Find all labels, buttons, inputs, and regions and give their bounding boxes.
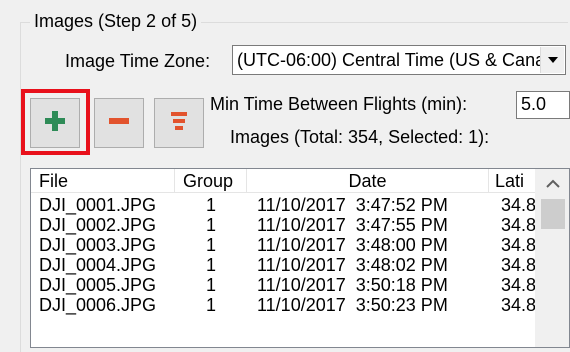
- minus-icon: [107, 109, 131, 138]
- cell-date: 11/10/2017 3:47:52 PM: [257, 195, 448, 215]
- min-time-label: Min Time Between Flights (min):: [210, 94, 468, 114]
- stack-filter-icon: [167, 109, 191, 138]
- cell-latitude: 34.8: [501, 235, 535, 255]
- cell-group: 1: [205, 295, 216, 315]
- cell-file: DJI_0002.JPG: [39, 215, 157, 235]
- column-header-file[interactable]: File: [31, 169, 175, 193]
- cell-date: 11/10/2017 3:48:02 PM: [257, 255, 448, 275]
- cell-file: DJI_0003.JPG: [39, 235, 157, 255]
- images-list[interactable]: File Group Date Lati DJI_0001.JPG 1 11/1…: [30, 168, 570, 348]
- add-button-highlight: [21, 89, 90, 155]
- table-row[interactable]: DJI_0006.JPG 1 11/10/2017 3:50:23 PM 34.…: [31, 295, 536, 315]
- filter-images-button[interactable]: [154, 98, 204, 148]
- chevron-down-icon[interactable]: [540, 47, 564, 73]
- timezone-select[interactable]: (UTC-06:00) Central Time (US & Canada): [232, 45, 566, 75]
- list-header: File Group Date Lati: [31, 169, 569, 193]
- cell-file: DJI_0001.JPG: [39, 195, 157, 215]
- group-title: Images (Step 2 of 5): [30, 10, 202, 32]
- cell-latitude: 34.8: [501, 255, 535, 275]
- timezone-label: Image Time Zone:: [65, 51, 211, 71]
- cell-group: 1: [205, 255, 216, 275]
- cell-latitude: 34.8: [501, 295, 535, 315]
- cell-date: 11/10/2017 3:47:55 PM: [257, 215, 448, 235]
- cell-latitude: 34.8: [501, 275, 535, 295]
- cell-group: 1: [205, 235, 216, 255]
- cell-date: 11/10/2017 3:50:23 PM: [257, 295, 448, 315]
- column-header-group[interactable]: Group: [175, 169, 247, 193]
- column-header-latitude[interactable]: Lati: [489, 169, 536, 193]
- table-row[interactable]: DJI_0001.JPG 1 11/10/2017 3:47:52 PM 34.…: [31, 195, 536, 215]
- cell-group: 1: [205, 215, 216, 235]
- cell-latitude: 34.8: [501, 195, 535, 215]
- table-row[interactable]: DJI_0005.JPG 1 11/10/2017 3:50:18 PM 34.…: [31, 275, 536, 295]
- remove-images-button[interactable]: [94, 98, 144, 148]
- cell-date: 11/10/2017 3:48:00 PM: [257, 235, 448, 255]
- table-row[interactable]: DJI_0002.JPG 1 11/10/2017 3:47:55 PM 34.…: [31, 215, 536, 235]
- column-header-date[interactable]: Date: [247, 169, 489, 193]
- cell-group: 1: [205, 195, 216, 215]
- scroll-thumb[interactable]: [541, 199, 565, 229]
- table-row[interactable]: DJI_0003.JPG 1 11/10/2017 3:48:00 PM 34.…: [31, 235, 536, 255]
- cell-file: DJI_0004.JPG: [39, 255, 157, 275]
- scroll-up-icon[interactable]: [535, 169, 569, 197]
- cell-file: DJI_0006.JPG: [39, 295, 157, 315]
- table-row[interactable]: DJI_0004.JPG 1 11/10/2017 3:48:02 PM 34.…: [31, 255, 536, 275]
- cell-date: 11/10/2017 3:50:18 PM: [257, 275, 448, 295]
- cell-latitude: 34.8: [501, 215, 535, 235]
- images-status: Images (Total: 354, Selected: 1):: [230, 127, 490, 147]
- timezone-value: (UTC-06:00) Central Time (US & Canada): [237, 50, 540, 70]
- cell-file: DJI_0005.JPG: [39, 275, 157, 295]
- min-time-input[interactable]: 5.0: [516, 91, 570, 119]
- cell-group: 1: [205, 275, 216, 295]
- vertical-scrollbar[interactable]: [535, 169, 569, 347]
